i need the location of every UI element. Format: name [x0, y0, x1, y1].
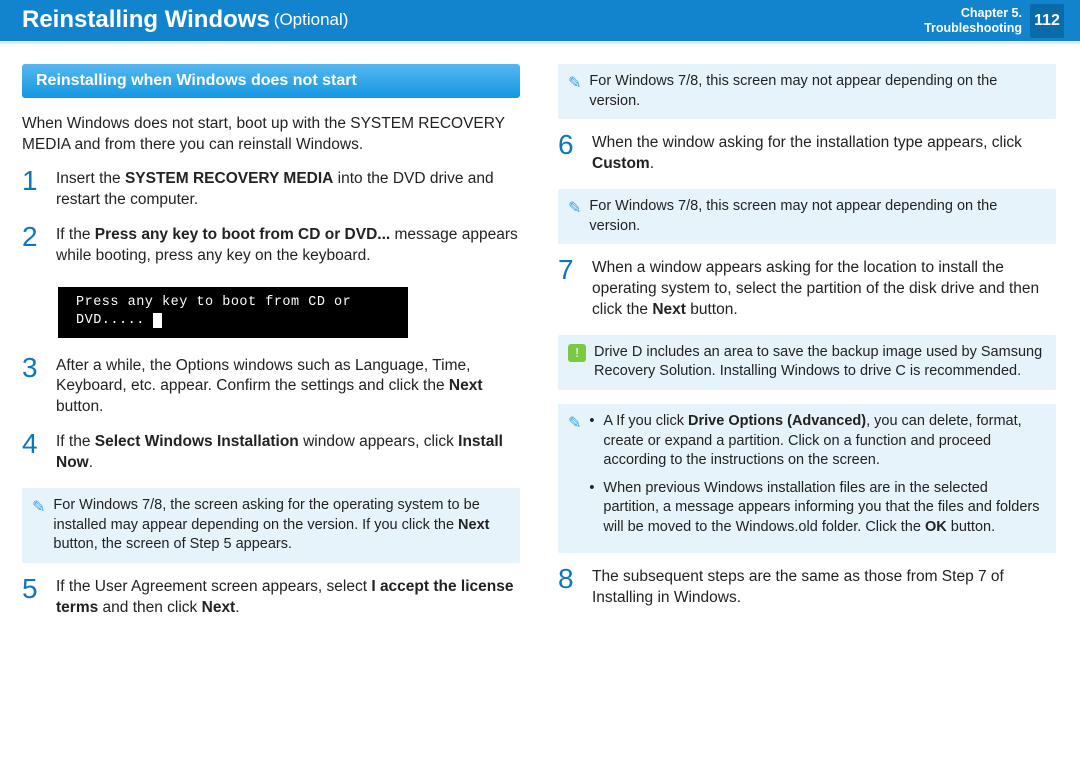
- bold-text: SYSTEM RECOVERY MEDIA: [125, 170, 333, 187]
- step-body: After a while, the Options windows such …: [56, 356, 520, 419]
- warning-icon: !: [568, 344, 586, 362]
- text: If the: [56, 226, 95, 243]
- text: and then click: [98, 599, 201, 616]
- info-note: ✎ A If you click Drive Options (Advanced…: [558, 404, 1056, 553]
- step-2: 2 If the Press any key to boot from CD o…: [22, 225, 520, 267]
- step-body: If the Select Windows Installation windo…: [56, 432, 520, 474]
- text: .: [650, 155, 654, 172]
- bold-text: Select Windows Installation: [95, 433, 299, 450]
- text: button.: [947, 519, 995, 535]
- note-text: For Windows 7/8, this screen may not app…: [589, 197, 1046, 236]
- step-number: 3: [22, 354, 46, 419]
- page-title: Reinstalling Windows: [22, 4, 270, 36]
- step-6: 6 When the window asking for the install…: [558, 133, 1056, 175]
- info-note: ✎ For Windows 7/8, this screen may not a…: [558, 64, 1056, 119]
- text: .: [235, 599, 239, 616]
- text: button.: [56, 398, 103, 415]
- step-7: 7 When a window appears asking for the l…: [558, 258, 1056, 321]
- text: If the User Agreement screen appears, se…: [56, 578, 371, 595]
- header-right: Chapter 5. Troubleshooting 112: [924, 4, 1064, 38]
- bold-text: Next: [202, 599, 236, 616]
- text: After a while, the Options windows such …: [56, 357, 470, 395]
- step-5: 5 If the User Agreement screen appears, …: [22, 577, 520, 619]
- text: For Windows 7/8, the screen asking for t…: [53, 497, 479, 533]
- bold-text: Press any key to boot from CD or DVD...: [95, 226, 390, 243]
- page-number-badge: 112: [1030, 4, 1064, 38]
- right-column: ✎ For Windows 7/8, this screen may not a…: [558, 64, 1056, 619]
- chapter-line1: Chapter 5.: [924, 6, 1022, 21]
- text: window appears, click: [299, 433, 458, 450]
- note-text: For Windows 7/8, the screen asking for t…: [53, 496, 510, 555]
- text: .: [89, 454, 93, 471]
- note-icon: ✎: [568, 413, 581, 545]
- text: If the: [56, 433, 95, 450]
- note-icon: ✎: [568, 198, 581, 236]
- bold-text: Custom: [592, 155, 650, 172]
- bold-text: Next: [652, 301, 686, 318]
- step-body: When a window appears asking for the loc…: [592, 258, 1056, 321]
- header-bar: Reinstalling Windows (Optional) Chapter …: [0, 0, 1080, 44]
- step-number: 7: [558, 256, 582, 321]
- list-item: When previous Windows installation files…: [589, 479, 1046, 538]
- section-heading: Reinstalling when Windows does not start: [22, 64, 520, 98]
- chapter-label: Chapter 5. Troubleshooting: [924, 6, 1022, 36]
- list-item: A If you click Drive Options (Advanced),…: [589, 412, 1046, 471]
- text: button, the screen of Step 5 appears.: [53, 536, 292, 552]
- info-note: ✎ For Windows 7/8, the screen asking for…: [22, 488, 520, 563]
- step-number: 6: [558, 131, 582, 175]
- step-number: 5: [22, 575, 46, 619]
- info-note: ✎ For Windows 7/8, this screen may not a…: [558, 189, 1056, 244]
- left-column: Reinstalling when Windows does not start…: [22, 64, 520, 619]
- step-8: 8 The subsequent steps are the same as t…: [558, 567, 1056, 609]
- text: When the window asking for the installat…: [592, 134, 1022, 151]
- intro-text: When Windows does not start, boot up wit…: [22, 114, 520, 156]
- step-number: 1: [22, 167, 46, 211]
- step-number: 8: [558, 565, 582, 609]
- step-1: 1 Insert the SYSTEM RECOVERY MEDIA into …: [22, 169, 520, 211]
- page-subtitle: (Optional): [274, 9, 349, 32]
- step-number: 2: [22, 223, 46, 267]
- note-icon: ✎: [32, 497, 45, 555]
- boot-screen-image: Press any key to boot from CD or DVD....…: [58, 287, 408, 337]
- bold-text: Next: [449, 377, 483, 394]
- bold-text: Next: [458, 517, 489, 533]
- step-body: Insert the SYSTEM RECOVERY MEDIA into th…: [56, 169, 520, 211]
- bold-text: Drive Options (Advanced): [688, 413, 866, 429]
- boot-message-text: Press any key to boot from CD or DVD....…: [76, 295, 351, 328]
- step-number: 4: [22, 430, 46, 474]
- note-text: For Windows 7/8, this screen may not app…: [589, 72, 1046, 111]
- text: A If you click: [603, 413, 688, 429]
- step-body: The subsequent steps are the same as tho…: [592, 567, 1056, 609]
- bold-text: OK: [925, 519, 947, 535]
- text: Insert the: [56, 170, 125, 187]
- page-body: Reinstalling when Windows does not start…: [0, 44, 1080, 629]
- step-body: If the Press any key to boot from CD or …: [56, 225, 520, 267]
- step-body: If the User Agreement screen appears, se…: [56, 577, 520, 619]
- step-4: 4 If the Select Windows Installation win…: [22, 432, 520, 474]
- text: button.: [686, 301, 738, 318]
- note-icon: ✎: [568, 73, 581, 111]
- step-body: When the window asking for the installat…: [592, 133, 1056, 175]
- note-list: A If you click Drive Options (Advanced),…: [589, 412, 1046, 545]
- step-3: 3 After a while, the Options windows suc…: [22, 356, 520, 419]
- chapter-line2: Troubleshooting: [924, 21, 1022, 36]
- note-text: Drive D includes an area to save the bac…: [594, 343, 1046, 382]
- warning-note: ! Drive D includes an area to save the b…: [558, 335, 1056, 390]
